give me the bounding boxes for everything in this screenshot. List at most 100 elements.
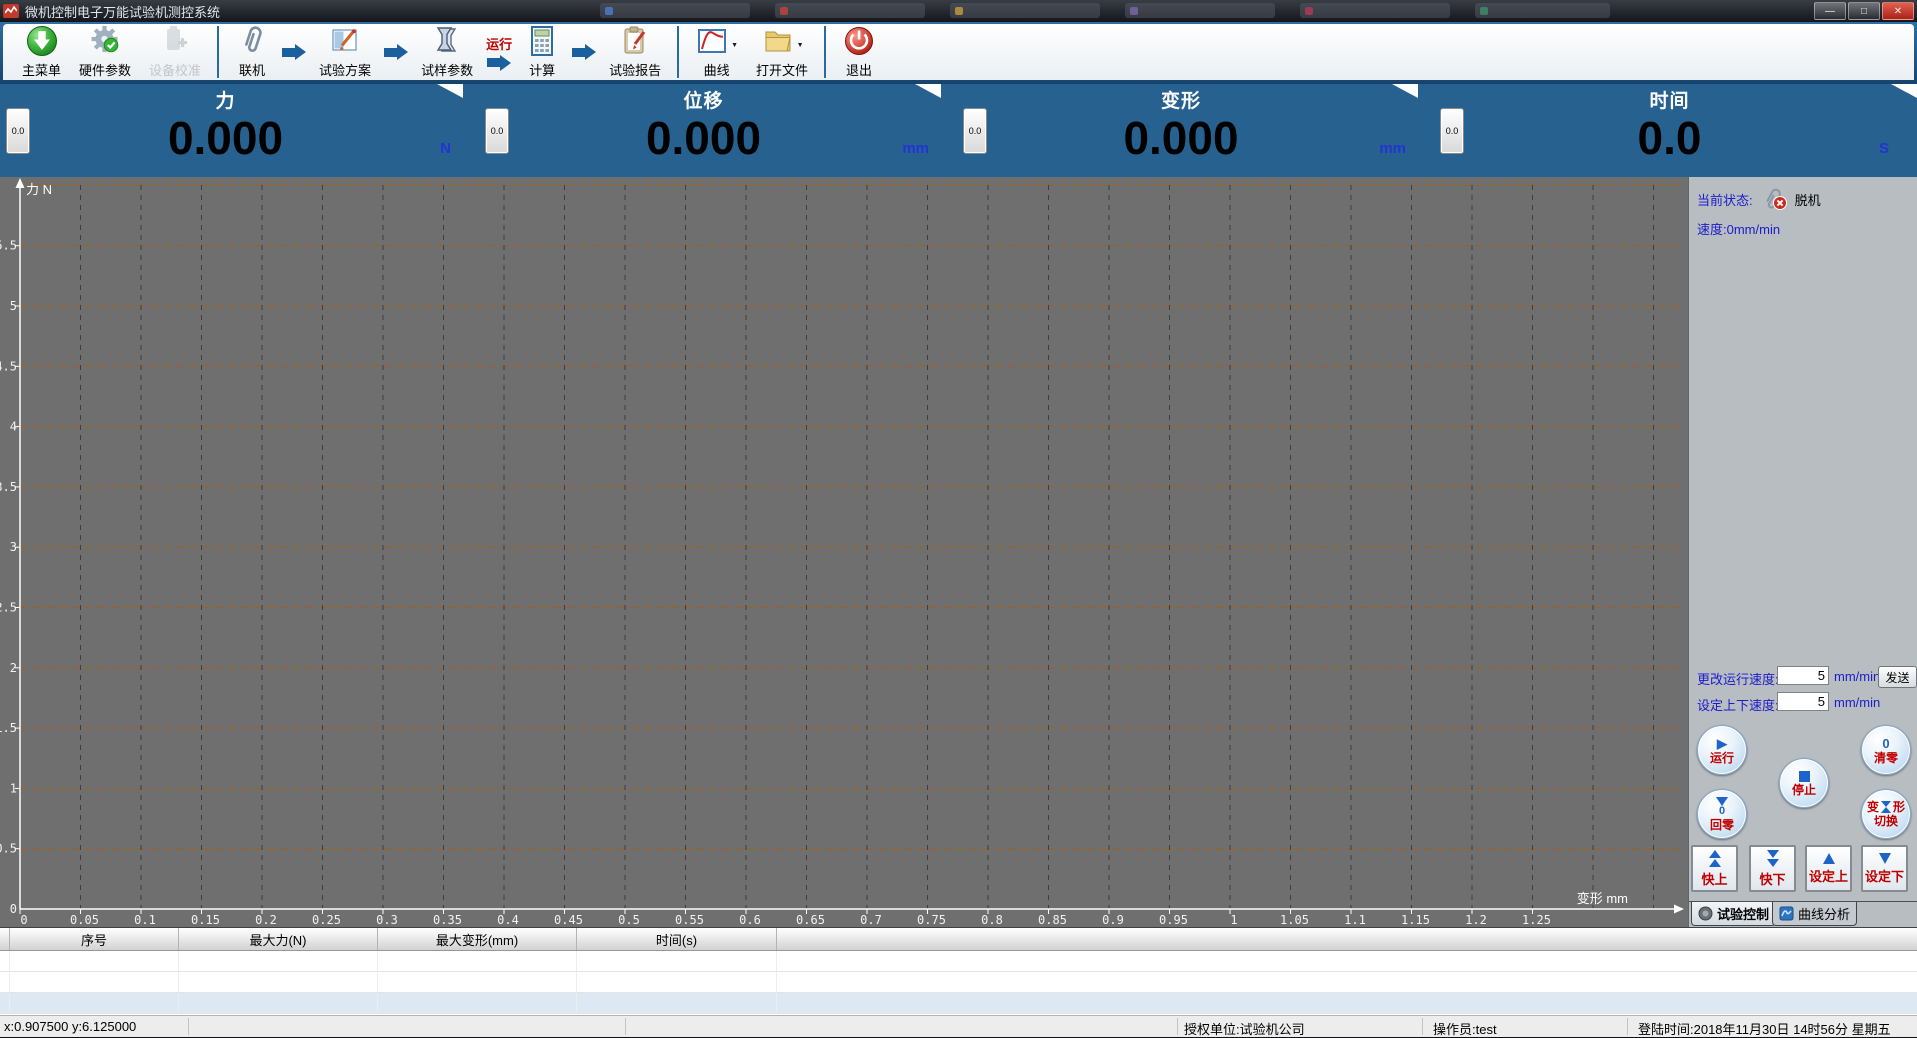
test-plan-icon [328, 22, 362, 59]
connect-icon [235, 22, 269, 59]
column-header: 序号 [10, 928, 179, 950]
table-cell [179, 972, 378, 992]
table-cell [10, 972, 179, 992]
svg-text:0.85: 0.85 [1038, 913, 1067, 927]
displacement-gauge-indicator[interactable]: 0.0 [485, 108, 509, 154]
table-row[interactable] [0, 951, 1917, 972]
table-cell-filler [777, 972, 1917, 992]
svg-text:0.45: 0.45 [554, 913, 583, 927]
displacement-unit: mm [902, 140, 929, 157]
toolbar-button-calculate[interactable]: 计算 [516, 25, 568, 79]
sidebar-tabs: 试验控制 曲线分析 [1689, 901, 1917, 928]
toolbar-separator [677, 26, 679, 78]
table-row[interactable] [0, 993, 1917, 1014]
deformation-switch-button[interactable]: 变 形 切换 [1861, 789, 1911, 839]
test-curve-chart[interactable]: 00.511.522.533.544.555.500.050.10.150.20… [0, 177, 1688, 927]
svg-text:1.5: 1.5 [0, 721, 17, 735]
panel-corner-notch [1392, 84, 1418, 98]
run-button[interactable]: ▶ 运行 [1697, 725, 1747, 775]
table-cell [0, 951, 10, 971]
results-table-header: 序号最大力(N)最大变形(mm)时间(s) [0, 928, 1917, 951]
force-unit: N [440, 140, 451, 157]
time-panel: 时间 0.0 S [1464, 84, 1917, 177]
toolbar-button-open-file[interactable]: ▼打开文件 [747, 25, 817, 79]
deformation-value: 0.000 [986, 113, 1418, 163]
statusbar-divider [1422, 1018, 1423, 1035]
updown-speed-unit: mm/min [1834, 695, 1880, 710]
table-cell [577, 993, 777, 1013]
run-speed-input[interactable] [1777, 666, 1829, 685]
table-row[interactable] [0, 972, 1917, 993]
time-unit: S [1879, 140, 1889, 157]
svg-text:0.15: 0.15 [191, 913, 220, 927]
toolbar-button-test-plan[interactable]: 试验方案 [310, 25, 380, 79]
table-cell [0, 993, 10, 1013]
deformation-panel: 变形 0.000 mm [986, 84, 1418, 177]
application-window: 微机控制电子万能试验机测控系统 — □ ✕ 主菜单硬件参数设备校准联机试验方案试… [0, 0, 1917, 1037]
svg-text:变形 mm: 变形 mm [1577, 891, 1628, 906]
background-window-fragment [1125, 3, 1275, 18]
force-panel: 力 0.000 N [30, 84, 463, 177]
stop-button[interactable]: 停止 [1779, 758, 1829, 808]
force-gauge-indicator[interactable]: 0.0 [6, 108, 30, 154]
clear-zero-button[interactable]: 0 清零 [1861, 725, 1911, 775]
send-button[interactable]: 发送 [1878, 666, 1917, 688]
svg-text:1.15: 1.15 [1401, 913, 1430, 927]
toolbar-button-curve[interactable]: ▼曲线 [686, 25, 747, 79]
svg-text:0.95: 0.95 [1159, 913, 1188, 927]
dropdown-caret-icon[interactable]: ▼ [797, 42, 804, 49]
toolbar-separator [824, 26, 826, 78]
fast-down-button[interactable]: 快下 [1749, 845, 1796, 892]
curve-icon [695, 22, 729, 59]
app-icon [3, 4, 19, 18]
table-cell [10, 951, 179, 971]
curve-analysis-icon [1779, 906, 1794, 921]
maximize-button[interactable]: □ [1848, 2, 1880, 20]
toolbar-button-test-report[interactable]: 试验报告 [600, 25, 670, 79]
set-up-button[interactable]: 设定上 [1805, 845, 1852, 892]
toolbar-separator [217, 26, 219, 78]
toolbar-button-sample-params[interactable]: 试样参数 [412, 25, 482, 79]
svg-text:0.8: 0.8 [981, 913, 1003, 927]
svg-text:1.25: 1.25 [1522, 913, 1551, 927]
minimize-button[interactable]: — [1814, 2, 1846, 20]
toolbar-button-label: 硬件参数 [79, 60, 131, 79]
results-table[interactable]: 序号最大力(N)最大变形(mm)时间(s) [0, 927, 1917, 1015]
zero-icon: 0 [1719, 806, 1725, 817]
statusbar-divider [1177, 1018, 1178, 1035]
toolbar-button-label: 退出 [846, 60, 872, 79]
table-cell [577, 951, 777, 971]
tab-curve-analysis[interactable]: 曲线分析 [1772, 902, 1857, 926]
down-arrow-icon [1879, 853, 1891, 864]
panel-corner-notch [1891, 84, 1917, 98]
status-bar: x:0.907500 y:6.125000 授权单位:试验机公司 操作员:tes… [0, 1015, 1917, 1037]
table-cell [378, 972, 577, 992]
open-file-icon [761, 22, 795, 59]
svg-text:0.5: 0.5 [0, 842, 17, 856]
deformation-gauge-indicator[interactable]: 0.0 [963, 108, 987, 154]
svg-text:0.1: 0.1 [134, 913, 156, 927]
toolbar-button-main-menu[interactable]: 主菜单 [13, 25, 70, 79]
toolbar-button-device-calibration: 设备校准 [140, 25, 210, 79]
workflow-arrow-icon [568, 25, 600, 79]
dropdown-caret-icon[interactable]: ▼ [731, 42, 738, 49]
updown-speed-input[interactable] [1777, 692, 1829, 711]
return-zero-button[interactable]: 0 回零 [1697, 789, 1747, 839]
deformation-unit: mm [1379, 140, 1406, 157]
close-button[interactable]: ✕ [1882, 2, 1914, 20]
table-cell [378, 951, 577, 971]
fast-up-button[interactable]: 快上 [1691, 845, 1738, 892]
window-title: 微机控制电子万能试验机测控系统 [25, 2, 220, 21]
login-time: 登陆时间:2018年11月30日 14时56分 星期五 [1638, 1019, 1891, 1038]
table-cell [0, 972, 10, 992]
run-flow-label: 运行 [486, 34, 512, 53]
updown-speed-label: 设定上下速度: [1697, 695, 1779, 714]
column-header-filler [777, 928, 1917, 950]
time-gauge-indicator[interactable]: 0.0 [1440, 108, 1464, 154]
tab-test-control[interactable]: 试验控制 [1691, 902, 1776, 926]
toolbar-button-connect[interactable]: 联机 [226, 25, 278, 79]
toolbar-button-exit[interactable]: 退出 [833, 25, 885, 79]
svg-text:0.35: 0.35 [433, 913, 462, 927]
toolbar-button-hardware-params[interactable]: 硬件参数 [70, 25, 140, 79]
set-down-button[interactable]: 设定下 [1861, 845, 1908, 892]
